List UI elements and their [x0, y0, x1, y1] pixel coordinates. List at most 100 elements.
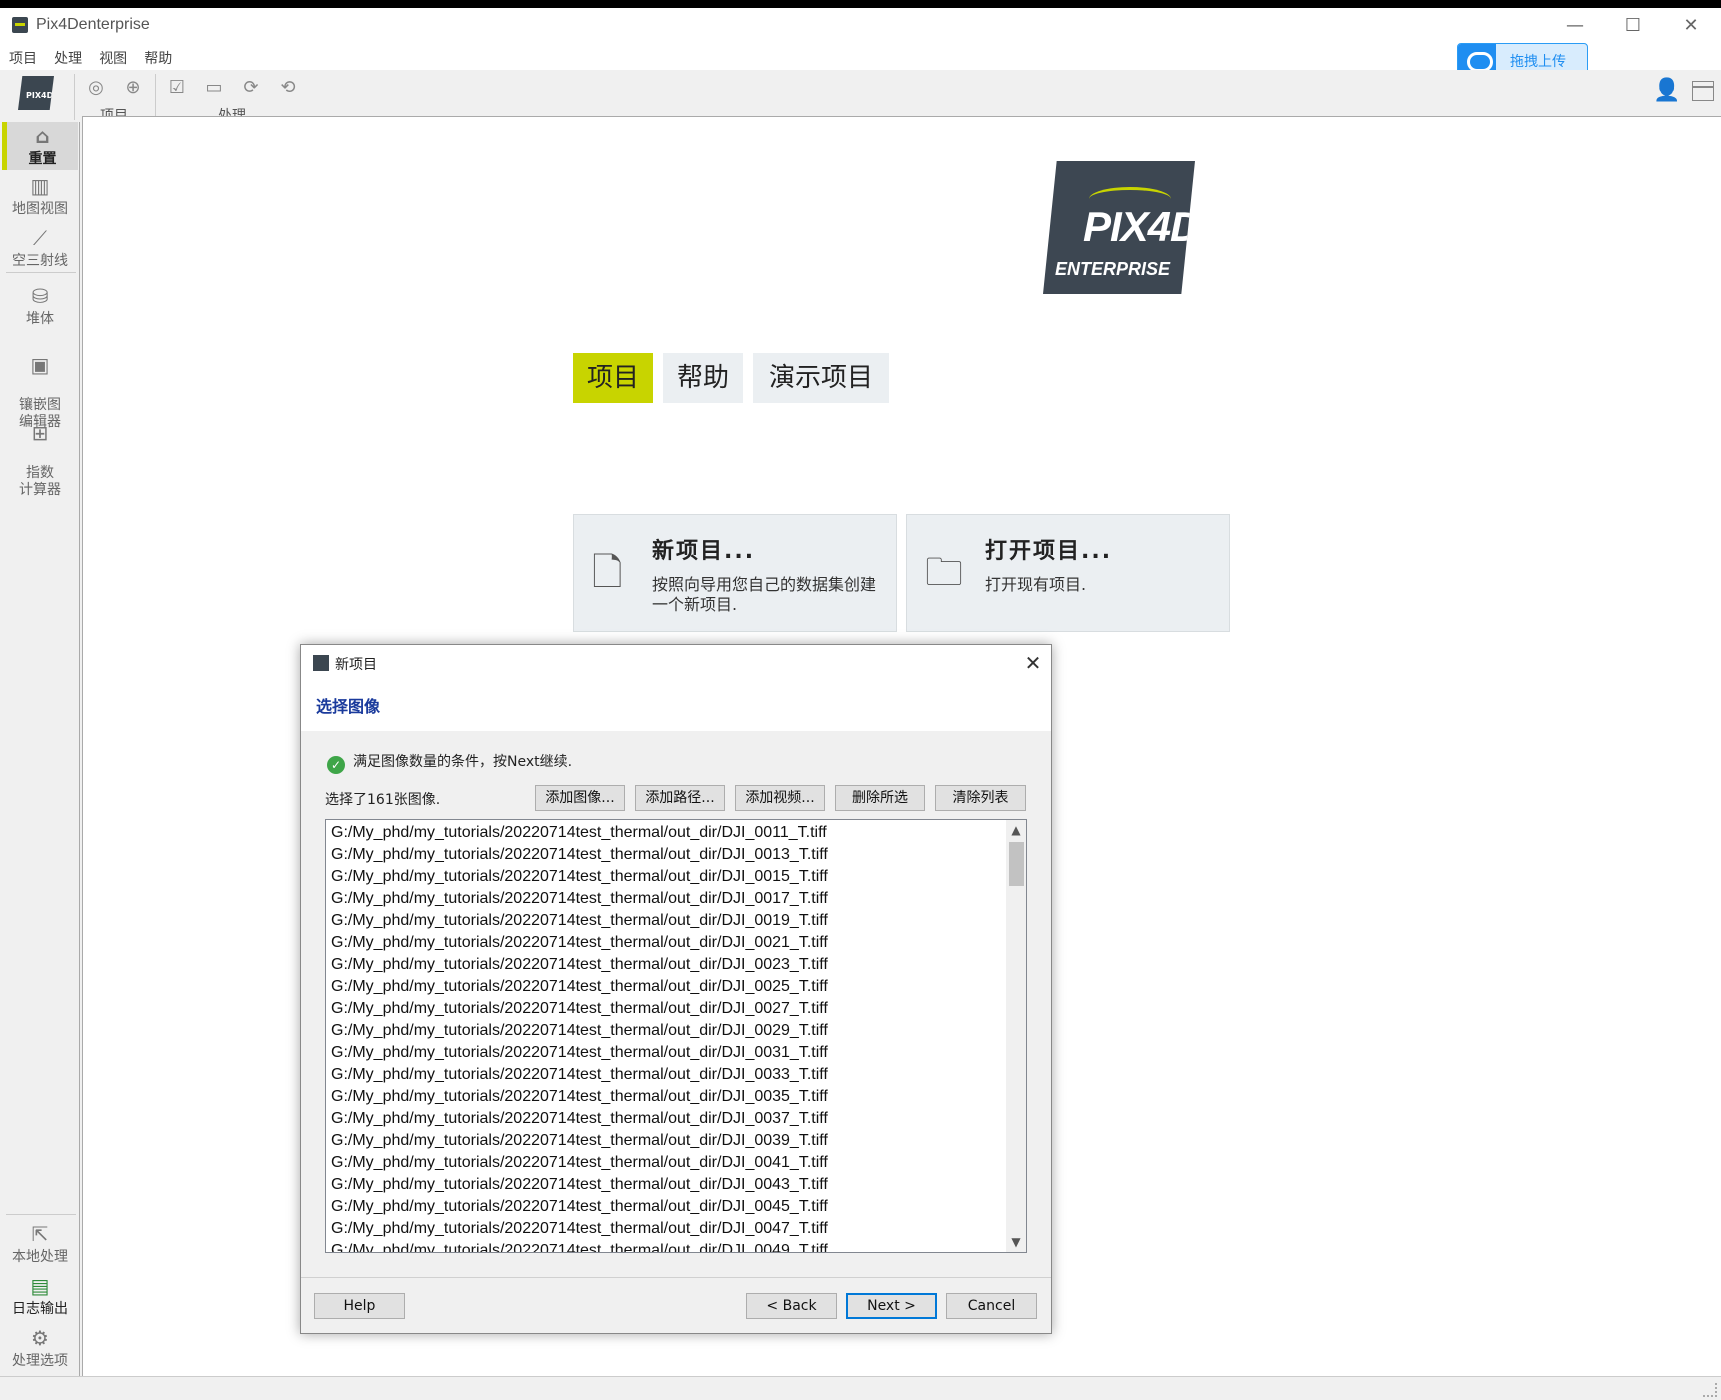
- sidebar-item-volume[interactable]: ⛁ 堆体: [2, 284, 78, 328]
- add-video-button[interactable]: 添加视频...: [735, 785, 825, 811]
- scrollbar-thumb[interactable]: [1009, 842, 1024, 886]
- upload-label: 拖拽上传: [1510, 54, 1566, 70]
- reprocess-icon[interactable]: ⟲: [275, 76, 301, 100]
- sidebar-item-rays[interactable]: ⟋ 空三射线: [2, 226, 78, 270]
- chevron-up-icon[interactable]: ▲: [1006, 820, 1026, 840]
- rays-icon: ⟋: [33, 226, 47, 250]
- sidebar-item-index-calculator[interactable]: ⊞ 指数 计算器: [2, 404, 78, 499]
- sidebar-item-label: 堆体: [26, 311, 54, 327]
- sidebar-item-label: 本地处理: [12, 1249, 68, 1265]
- list-item[interactable]: G:/My_phd/my_tutorials/20220714test_ther…: [331, 1020, 1001, 1042]
- sidebar-item-processing-options[interactable]: ⚙ 处理选项: [2, 1326, 78, 1370]
- window-title: Pix4Denterprise: [36, 16, 150, 33]
- sidebar-item-label: 重置: [28, 151, 57, 167]
- cancel-button[interactable]: Cancel: [946, 1293, 1037, 1319]
- log-icon: ▤: [30, 1274, 50, 1298]
- new-project-card[interactable]: 🗋 新项目... 按照向导用您自己的数据集创建一个新项目.: [573, 514, 897, 632]
- sidebar-item-map-view[interactable]: ▥ 地图视图: [2, 174, 78, 218]
- logo-subtitle: ENTERPRISE: [1055, 259, 1171, 279]
- close-button[interactable]: ✕: [1662, 8, 1720, 44]
- new-project-title: 新项目...: [652, 539, 756, 564]
- dialog-footer-divider: [301, 1277, 1051, 1278]
- sidebar-item-local-processing[interactable]: ⇱ 本地处理: [2, 1222, 78, 1266]
- tab-help[interactable]: 帮助: [663, 353, 743, 403]
- list-item[interactable]: G:/My_phd/my_tutorials/20220714test_ther…: [331, 888, 1001, 910]
- help-button[interactable]: Help: [314, 1293, 405, 1319]
- panel-toggle-icon[interactable]: [1692, 81, 1714, 101]
- tab-project[interactable]: 项目: [573, 353, 653, 403]
- image-file-list[interactable]: G:/My_phd/my_tutorials/20220714test_ther…: [325, 819, 1027, 1253]
- list-item[interactable]: G:/My_phd/my_tutorials/20220714test_ther…: [331, 1174, 1001, 1196]
- status-bar: [0, 1376, 1721, 1400]
- gear-icon: ⚙: [31, 1326, 49, 1350]
- logo-text: PIX4D: [26, 91, 54, 100]
- list-item[interactable]: G:/My_phd/my_tutorials/20220714test_ther…: [331, 976, 1001, 998]
- list-item[interactable]: G:/My_phd/my_tutorials/20220714test_ther…: [331, 1152, 1001, 1174]
- sidebar-item-label: 日志输出: [12, 1301, 68, 1317]
- menu-project[interactable]: 项目: [3, 44, 43, 68]
- pix4d-home-button[interactable]: PIX4D: [18, 76, 54, 110]
- logo-wordmark: PIX4D: [1083, 203, 1200, 250]
- toolbar-divider: [74, 74, 75, 120]
- open-project-desc: 打开现有项目.: [985, 575, 1087, 594]
- list-item[interactable]: G:/My_phd/my_tutorials/20220714test_ther…: [331, 1240, 1001, 1252]
- open-folder-icon[interactable]: ▭: [201, 76, 227, 100]
- app-icon: [313, 655, 329, 671]
- pix4d-enterprise-logo: PIX4D ENTERPRISE: [1043, 161, 1195, 294]
- list-item[interactable]: G:/My_phd/my_tutorials/20220714test_ther…: [331, 1196, 1001, 1218]
- sidebar-item-label: 空三射线: [12, 253, 68, 269]
- list-item[interactable]: G:/My_phd/my_tutorials/20220714test_ther…: [331, 932, 1001, 954]
- list-item[interactable]: G:/My_phd/my_tutorials/20220714test_ther…: [331, 866, 1001, 888]
- list-item[interactable]: G:/My_phd/my_tutorials/20220714test_ther…: [331, 1218, 1001, 1240]
- user-icon[interactable]: 👤: [1653, 78, 1681, 106]
- list-item[interactable]: G:/My_phd/my_tutorials/20220714test_ther…: [331, 844, 1001, 866]
- app-icon: [12, 17, 28, 33]
- list-item[interactable]: G:/My_phd/my_tutorials/20220714test_ther…: [331, 1064, 1001, 1086]
- open-folder-icon: 🗀: [925, 550, 964, 594]
- dialog-heading: 选择图像: [316, 697, 381, 716]
- mosaic-icon: ▣: [30, 353, 50, 377]
- app-window: Pix4Denterprise — ☐ ✕ 项目 处理 视图 帮助 拖拽上传 P…: [0, 8, 1721, 1400]
- maximize-button[interactable]: ☐: [1604, 8, 1662, 44]
- list-item[interactable]: G:/My_phd/my_tutorials/20220714test_ther…: [331, 998, 1001, 1020]
- tab-demo-project[interactable]: 演示项目: [753, 353, 889, 403]
- list-item[interactable]: G:/My_phd/my_tutorials/20220714test_ther…: [331, 1042, 1001, 1064]
- refresh-icon[interactable]: ⟳: [238, 76, 264, 100]
- menu-process[interactable]: 处理: [48, 44, 88, 68]
- camera-icon[interactable]: ◎: [83, 76, 109, 100]
- toolbar: PIX4D ◎ ⊕ 项目 ☑ ▭ ⟳ ⟲ 处理 👤: [0, 70, 1721, 124]
- add-path-button[interactable]: 添加路径...: [635, 785, 725, 811]
- check-doc-icon[interactable]: ☑: [164, 76, 190, 100]
- resize-grip-icon[interactable]: [1703, 1383, 1717, 1397]
- list-item[interactable]: G:/My_phd/my_tutorials/20220714test_ther…: [331, 1108, 1001, 1130]
- list-item[interactable]: G:/My_phd/my_tutorials/20220714test_ther…: [331, 822, 1001, 844]
- minimize-button[interactable]: —: [1546, 8, 1604, 44]
- image-count: 选择了161张图像.: [325, 792, 441, 808]
- chevron-down-icon[interactable]: ▼: [1006, 1232, 1026, 1252]
- list-item[interactable]: G:/My_phd/my_tutorials/20220714test_ther…: [331, 1086, 1001, 1108]
- new-project-dialog: 新项目 ✕ 选择图像 ✓ 满足图像数量的条件，按Next继续. 选择了161张图像…: [300, 644, 1052, 1334]
- gcp-icon[interactable]: ⊕: [120, 76, 146, 100]
- back-button[interactable]: < Back: [746, 1293, 837, 1319]
- map-icon: ▥: [30, 174, 50, 198]
- open-project-card[interactable]: 🗀 打开项目... 打开现有项目.: [906, 514, 1230, 632]
- sidebar-item-reset[interactable]: ⌂ 重置: [2, 122, 78, 170]
- dialog-title: 新项目: [335, 657, 377, 673]
- open-project-title: 打开项目...: [985, 539, 1113, 564]
- remove-selected-button[interactable]: 删除所选: [835, 785, 925, 811]
- calculator-icon: ⊞: [31, 421, 49, 445]
- new-project-desc: 按照向导用您自己的数据集创建一个新项目.: [652, 575, 877, 614]
- file-list-scrollbar[interactable]: ▲ ▼: [1006, 820, 1026, 1252]
- sidebar: ⌂ 重置 ▥ 地图视图 ⟋ 空三射线 ⛁ 堆体 ▣ 镶嵌图 编辑器 ⊞ 指数 计…: [0, 122, 80, 1376]
- list-item[interactable]: G:/My_phd/my_tutorials/20220714test_ther…: [331, 1130, 1001, 1152]
- add-images-button[interactable]: 添加图像...: [535, 785, 625, 811]
- clear-list-button[interactable]: 清除列表: [935, 785, 1026, 811]
- list-item[interactable]: G:/My_phd/my_tutorials/20220714test_ther…: [331, 954, 1001, 976]
- list-item[interactable]: G:/My_phd/my_tutorials/20220714test_ther…: [331, 910, 1001, 932]
- next-button[interactable]: Next >: [846, 1293, 937, 1319]
- dialog-close-button[interactable]: ✕: [1019, 649, 1047, 677]
- menu-view[interactable]: 视图: [93, 44, 133, 68]
- dialog-title-bar: 新项目 ✕: [301, 645, 1051, 681]
- sidebar-item-log-output[interactable]: ▤ 日志输出: [2, 1274, 78, 1318]
- menu-help[interactable]: 帮助: [138, 44, 178, 68]
